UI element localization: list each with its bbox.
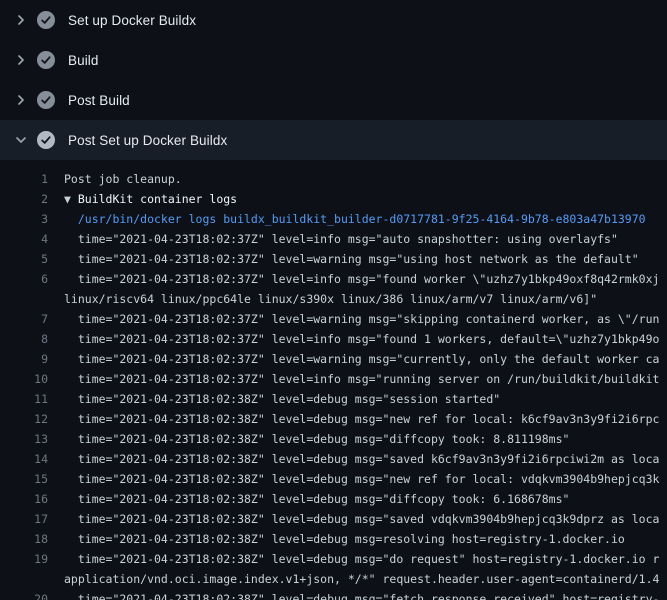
workflow-log-viewer: Set up Docker Buildx Build Post Build Post … (0, 0, 667, 600)
log-line-text: time="2021-04-23T18:02:38Z" level=debug … (64, 389, 500, 409)
log-line-number[interactable]: 18 (0, 529, 48, 549)
step-title: Post Build (68, 93, 130, 108)
step-title: Post Set up Docker Buildx (68, 133, 227, 148)
log-line-text: time="2021-04-23T18:02:37Z" level=warnin… (64, 249, 639, 269)
log-line-text: time="2021-04-23T18:02:38Z" level=debug … (64, 449, 659, 469)
step-header-build[interactable]: Build (0, 40, 667, 80)
chevron-right-icon[interactable] (13, 12, 29, 28)
log-line-number (0, 569, 48, 589)
log-line-text: time="2021-04-23T18:02:38Z" level=debug … (64, 589, 659, 600)
log-line-text: time="2021-04-23T18:02:38Z" level=debug … (64, 509, 659, 529)
log-line-text: time="2021-04-23T18:02:38Z" level=debug … (64, 409, 659, 429)
log-line-number[interactable]: 19 (0, 549, 48, 569)
log-line: 6 time="2021-04-23T18:02:37Z" level=info… (0, 269, 667, 289)
step-header-post-build[interactable]: Post Build (0, 80, 667, 120)
log-line-number[interactable]: 12 (0, 409, 48, 429)
log-line-number[interactable]: 15 (0, 469, 48, 489)
steps-list: Set up Docker Buildx Build Post Build Post … (0, 0, 667, 160)
log-line: 15 time="2021-04-23T18:02:38Z" level=deb… (0, 469, 667, 489)
log-line: 9 time="2021-04-23T18:02:37Z" level=warn… (0, 349, 667, 369)
log-line: 8 time="2021-04-23T18:02:37Z" level=info… (0, 329, 667, 349)
chevron-right-icon[interactable] (13, 52, 29, 68)
log-line: application/vnd.oci.image.index.v1+json,… (0, 569, 667, 589)
step-header-post-set-up-docker-buildx[interactable]: Post Set up Docker Buildx (0, 120, 667, 160)
log-line-number[interactable]: 4 (0, 229, 48, 249)
step-title: Build (68, 53, 99, 68)
collapse-group-icon[interactable]: ▼ (64, 192, 71, 206)
chevron-down-icon[interactable] (13, 132, 29, 148)
log-line-text: time="2021-04-23T18:02:38Z" level=debug … (64, 489, 569, 509)
log-line-number[interactable]: 2 (0, 189, 48, 209)
log-line-text: linux/riscv64 linux/ppc64le linux/s390x … (64, 289, 597, 309)
log-line: 11 time="2021-04-23T18:02:38Z" level=deb… (0, 389, 667, 409)
log-line-number[interactable]: 1 (0, 169, 48, 189)
log-line-text: time="2021-04-23T18:02:37Z" level=info m… (64, 329, 659, 349)
log-line-number (0, 289, 48, 309)
log-line-text: time="2021-04-23T18:02:37Z" level=warnin… (64, 349, 659, 369)
check-circle-icon (37, 11, 55, 29)
log-line-number[interactable]: 6 (0, 269, 48, 289)
log-line: 1 Post job cleanup. (0, 169, 667, 189)
log-line-text: time="2021-04-23T18:02:37Z" level=info m… (64, 269, 659, 289)
check-circle-icon (37, 51, 55, 69)
log-line-number[interactable]: 11 (0, 389, 48, 409)
log-line: 20 time="2021-04-23T18:02:38Z" level=deb… (0, 589, 667, 600)
log-line: 10 time="2021-04-23T18:02:37Z" level=inf… (0, 369, 667, 389)
log-line-text: time="2021-04-23T18:02:38Z" level=debug … (64, 469, 659, 489)
log-line-number[interactable]: 3 (0, 209, 48, 229)
log-line: 14 time="2021-04-23T18:02:38Z" level=deb… (0, 449, 667, 469)
log-line: 3 /usr/bin/docker logs buildx_buildkit_b… (0, 209, 667, 229)
log-line-number[interactable]: 10 (0, 369, 48, 389)
log-panel: 1 Post job cleanup. 2 ▼ BuildKit container … (0, 160, 667, 600)
log-line-number[interactable]: 13 (0, 429, 48, 449)
log-line-text: Post job cleanup. (64, 169, 182, 189)
log-line: 5 time="2021-04-23T18:02:37Z" level=warn… (0, 249, 667, 269)
log-line-text: time="2021-04-23T18:02:38Z" level=debug … (64, 549, 659, 569)
chevron-right-icon[interactable] (13, 92, 29, 108)
log-line-text: time="2021-04-23T18:02:38Z" level=debug … (64, 529, 625, 549)
log-line-text: time="2021-04-23T18:02:38Z" level=debug … (64, 429, 569, 449)
log-line-number[interactable]: 20 (0, 589, 48, 600)
log-line-text: ▼ BuildKit container logs (64, 189, 237, 209)
check-circle-icon (37, 91, 55, 109)
log-line-number[interactable]: 9 (0, 349, 48, 369)
log-line: 18 time="2021-04-23T18:02:38Z" level=deb… (0, 529, 667, 549)
log-line-number[interactable]: 16 (0, 489, 48, 509)
log-line-number[interactable]: 8 (0, 329, 48, 349)
log-line-number[interactable]: 5 (0, 249, 48, 269)
log-line: 12 time="2021-04-23T18:02:38Z" level=deb… (0, 409, 667, 429)
log-line-text: time="2021-04-23T18:02:37Z" level=info m… (64, 369, 659, 389)
log-line-number[interactable]: 17 (0, 509, 48, 529)
log-line: 4 time="2021-04-23T18:02:37Z" level=info… (0, 229, 667, 249)
log-line-text: time="2021-04-23T18:02:37Z" level=warnin… (64, 309, 659, 329)
log-line: 17 time="2021-04-23T18:02:38Z" level=deb… (0, 509, 667, 529)
log-line: linux/riscv64 linux/ppc64le linux/s390x … (0, 289, 667, 309)
log-line-number[interactable]: 14 (0, 449, 48, 469)
log-line: 16 time="2021-04-23T18:02:38Z" level=deb… (0, 489, 667, 509)
step-title: Set up Docker Buildx (68, 13, 196, 28)
log-line: 7 time="2021-04-23T18:02:37Z" level=warn… (0, 309, 667, 329)
log-line-text: /usr/bin/docker logs buildx_buildkit_bui… (64, 209, 646, 229)
step-header-set-up-docker-buildx[interactable]: Set up Docker Buildx (0, 0, 667, 40)
log-line: 2 ▼ BuildKit container logs (0, 189, 667, 209)
log-line-number[interactable]: 7 (0, 309, 48, 329)
check-circle-icon (37, 131, 55, 149)
log-line-text: time="2021-04-23T18:02:37Z" level=info m… (64, 229, 618, 249)
log-line: 13 time="2021-04-23T18:02:38Z" level=deb… (0, 429, 667, 449)
log-line: 19 time="2021-04-23T18:02:38Z" level=deb… (0, 549, 667, 569)
log-line-text: application/vnd.oci.image.index.v1+json,… (64, 569, 659, 589)
